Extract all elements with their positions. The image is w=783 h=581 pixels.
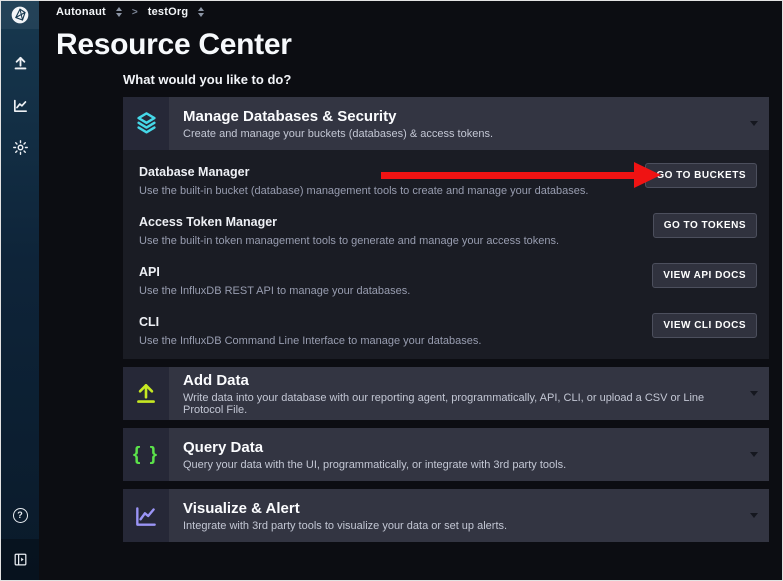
sidebar-item-home[interactable] bbox=[1, 1, 39, 29]
card-manage-databases-body: Database Manager Use the built-in bucket… bbox=[123, 150, 769, 359]
card-description: Create and manage your buckets (database… bbox=[183, 128, 736, 140]
card-title: Manage Databases & Security bbox=[183, 108, 736, 125]
card-description: Query your data with the UI, programmati… bbox=[183, 459, 736, 471]
chevron-down-icon bbox=[750, 452, 758, 457]
card-title: Query Data bbox=[183, 439, 736, 456]
card-icon-cell: { } bbox=[123, 428, 169, 481]
breadcrumb-org[interactable]: Autonaut bbox=[56, 6, 106, 18]
card-visualize-alert: Visualize & Alert Integrate with 3rd par… bbox=[123, 489, 769, 542]
card-query-data: { } Query Data Query your data with the … bbox=[123, 428, 769, 481]
resource-row-database-manager: Database Manager Use the built-in bucket… bbox=[139, 162, 757, 212]
breadcrumb: Autonaut > testOrg bbox=[39, 1, 783, 23]
breadcrumb-project[interactable]: testOrg bbox=[148, 6, 189, 18]
view-api-docs-button[interactable]: VIEW API DOCS bbox=[652, 263, 757, 288]
panel-toggle-icon bbox=[13, 552, 28, 567]
layers-icon bbox=[133, 110, 160, 137]
org-switcher-icon[interactable] bbox=[116, 7, 122, 17]
sidebar-item-help[interactable]: ? bbox=[10, 505, 30, 525]
card-header-text: Visualize & Alert Integrate with 3rd par… bbox=[169, 489, 750, 542]
card-manage-databases: Manage Databases & Security Create and m… bbox=[123, 97, 769, 359]
chevron-down-icon bbox=[750, 121, 758, 126]
sidebar-item-data-explorer[interactable] bbox=[10, 95, 30, 115]
card-add-data-header[interactable]: Add Data Write data into your database w… bbox=[123, 367, 769, 420]
resource-row-access-token-manager: Access Token Manager Use the built-in to… bbox=[139, 212, 757, 262]
card-expand-control[interactable] bbox=[750, 428, 769, 481]
card-visualize-alert-header[interactable]: Visualize & Alert Integrate with 3rd par… bbox=[123, 489, 769, 542]
card-expand-control[interactable] bbox=[750, 367, 769, 420]
sidebar-item-load-data[interactable] bbox=[10, 53, 30, 73]
project-switcher-icon[interactable] bbox=[198, 7, 204, 17]
sidebar: ? bbox=[1, 1, 39, 580]
influxdb-logo-icon bbox=[10, 5, 30, 25]
help-icon: ? bbox=[13, 508, 28, 523]
graph-icon bbox=[12, 97, 29, 114]
sidebar-nav bbox=[10, 53, 30, 157]
card-title: Visualize & Alert bbox=[183, 500, 736, 517]
card-collapse-control[interactable] bbox=[750, 97, 769, 150]
breadcrumb-separator: > bbox=[132, 7, 138, 18]
line-chart-icon bbox=[133, 503, 159, 529]
card-header-text: Add Data Write data into your database w… bbox=[169, 367, 750, 420]
card-icon-cell bbox=[123, 97, 169, 150]
card-title: Add Data bbox=[183, 372, 736, 389]
card-expand-control[interactable] bbox=[750, 489, 769, 542]
chevron-down-icon bbox=[750, 513, 758, 518]
go-to-buckets-button[interactable]: GO TO BUCKETS bbox=[645, 163, 757, 188]
resource-center-page: ? Autonaut > testOrg Resource Center Wha… bbox=[0, 0, 783, 581]
card-header-text: Manage Databases & Security Create and m… bbox=[169, 97, 750, 150]
card-icon-cell bbox=[123, 489, 169, 542]
resource-row-api: API Use the InfluxDB REST API to manage … bbox=[139, 262, 757, 312]
go-to-tokens-button[interactable]: GO TO TOKENS bbox=[653, 213, 757, 238]
upload-icon bbox=[133, 381, 159, 407]
gear-icon bbox=[12, 139, 29, 156]
card-description: Integrate with 3rd party tools to visual… bbox=[183, 520, 736, 532]
sidebar-item-settings[interactable] bbox=[10, 137, 30, 157]
sidebar-item-toggle-panel[interactable] bbox=[1, 539, 39, 580]
resource-row-cli: CLI Use the InfluxDB Command Line Interf… bbox=[139, 312, 757, 349]
upload-icon bbox=[12, 55, 29, 72]
card-query-data-header[interactable]: { } Query Data Query your data with the … bbox=[123, 428, 769, 481]
resource-cards: Manage Databases & Security Create and m… bbox=[123, 97, 769, 542]
card-description: Write data into your database with our r… bbox=[183, 392, 736, 416]
page-subtitle: What would you like to do? bbox=[123, 72, 783, 87]
main-content: Autonaut > testOrg Resource Center What … bbox=[39, 1, 783, 580]
page-title: Resource Center bbox=[56, 28, 783, 62]
card-manage-databases-header[interactable]: Manage Databases & Security Create and m… bbox=[123, 97, 769, 150]
card-icon-cell bbox=[123, 367, 169, 420]
braces-icon: { } bbox=[133, 444, 159, 466]
chevron-down-icon bbox=[750, 391, 758, 396]
card-add-data: Add Data Write data into your database w… bbox=[123, 367, 769, 420]
view-cli-docs-button[interactable]: VIEW CLI DOCS bbox=[652, 313, 757, 338]
card-header-text: Query Data Query your data with the UI, … bbox=[169, 428, 750, 481]
